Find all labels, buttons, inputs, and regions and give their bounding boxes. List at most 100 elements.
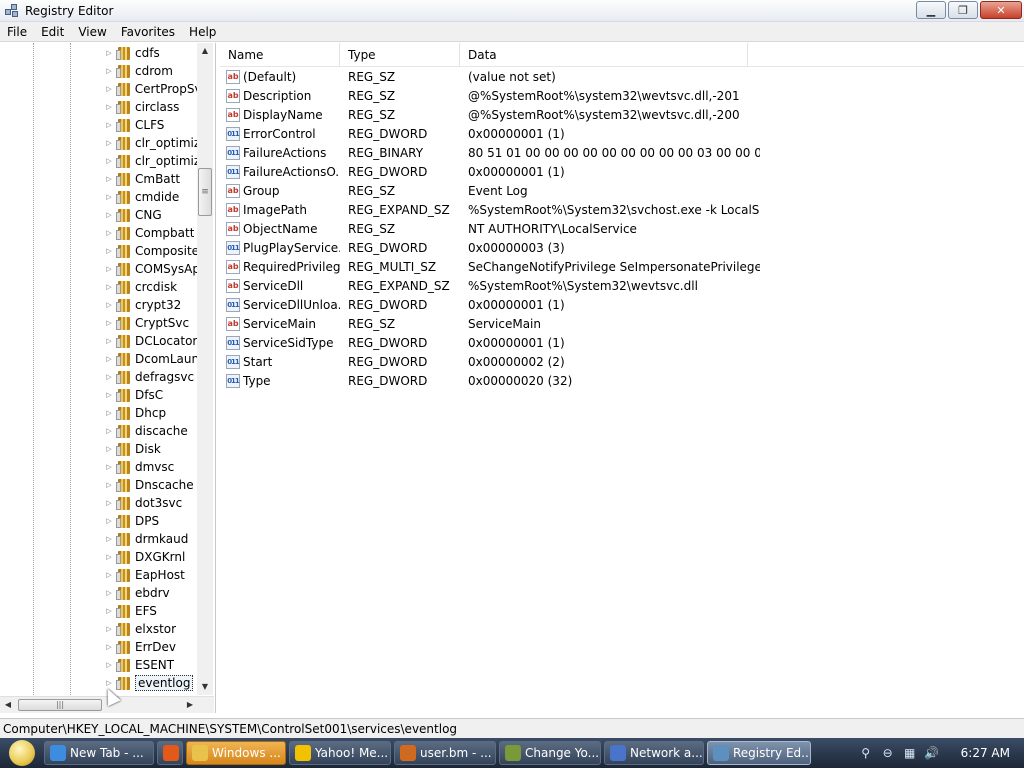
expand-arrow-icon[interactable]: ▷ bbox=[104, 121, 114, 129]
expand-arrow-icon[interactable]: ▷ bbox=[104, 571, 114, 579]
column-header-name[interactable]: Name bbox=[220, 43, 340, 67]
tree-item[interactable]: ▷ COMSysAp bbox=[104, 260, 200, 278]
taskbar-button[interactable]: Change Yo... bbox=[499, 741, 601, 765]
tree-item[interactable]: ▷ crypt32 bbox=[104, 296, 200, 314]
tree-item[interactable]: ▷ ebdrv bbox=[104, 584, 200, 602]
value-row[interactable]: 011 ServiceDllUnloa... REG_DWORD 0x00000001… bbox=[220, 295, 1024, 314]
taskbar-button[interactable]: Registry Ed... bbox=[707, 741, 811, 765]
expand-arrow-icon[interactable]: ▷ bbox=[104, 229, 114, 237]
search-icon[interactable]: ⚲ bbox=[858, 745, 874, 761]
expand-arrow-icon[interactable]: ▷ bbox=[104, 319, 114, 327]
taskbar-button[interactable]: Yahoo! Me... bbox=[289, 741, 391, 765]
registry-tree[interactable]: ▷ cdfs ▷ cdrom ▷ CertPropSv ▷ circlass ▷ CLFS ▷ clr… bbox=[0, 43, 216, 713]
expand-arrow-icon[interactable]: ▷ bbox=[104, 643, 114, 651]
clock[interactable]: 6:27 AM bbox=[961, 746, 1010, 760]
value-row[interactable]: ab ObjectName REG_SZ NT AUTHORITY\LocalServ… bbox=[220, 219, 1024, 238]
network-icon[interactable]: ▦ bbox=[902, 745, 918, 761]
value-row[interactable]: ab DisplayName REG_SZ @%SystemRoot%\system3… bbox=[220, 105, 1024, 124]
expand-arrow-icon[interactable]: ▷ bbox=[104, 661, 114, 669]
column-header-data[interactable]: Data bbox=[460, 43, 748, 67]
expand-arrow-icon[interactable]: ▷ bbox=[104, 283, 114, 291]
menu-view[interactable]: View bbox=[71, 22, 113, 42]
tree-item[interactable]: ▷ DfsC bbox=[104, 386, 200, 404]
tree-item[interactable]: ▷ ESENT bbox=[104, 656, 200, 674]
tree-item[interactable]: ▷ cmdide bbox=[104, 188, 200, 206]
tree-item[interactable]: ▷ EFS bbox=[104, 602, 200, 620]
expand-arrow-icon[interactable]: ▷ bbox=[104, 103, 114, 111]
volume-icon[interactable]: 🔊 bbox=[924, 745, 940, 761]
value-row[interactable]: ab ImagePath REG_EXPAND_SZ %SystemRoot%\Sys… bbox=[220, 200, 1024, 219]
expand-arrow-icon[interactable]: ▷ bbox=[104, 193, 114, 201]
expand-arrow-icon[interactable]: ▷ bbox=[104, 625, 114, 633]
values-list[interactable]: Name Type Data ab (Default) REG_SZ (value n… bbox=[220, 43, 1024, 713]
expand-arrow-icon[interactable]: ▷ bbox=[104, 517, 114, 525]
close-button[interactable]: ✕ bbox=[980, 1, 1022, 19]
messenger-status-icon[interactable]: ⊖ bbox=[880, 745, 896, 761]
tree-item[interactable]: ▷ Disk bbox=[104, 440, 200, 458]
tree-item[interactable]: ▷ clr_optimiz bbox=[104, 152, 200, 170]
tree-item[interactable]: ▷ dot3svc bbox=[104, 494, 200, 512]
expand-arrow-icon[interactable]: ▷ bbox=[104, 85, 114, 93]
tree-item[interactable]: ▷ CertPropSv bbox=[104, 80, 200, 98]
tree-item[interactable]: ▷ Dnscache bbox=[104, 476, 200, 494]
maximize-button[interactable]: ❐ bbox=[948, 1, 978, 19]
tree-item[interactable]: ▷ circlass bbox=[104, 98, 200, 116]
scroll-up-arrow-icon[interactable]: ▲ bbox=[197, 43, 213, 59]
menu-file[interactable]: File bbox=[0, 22, 34, 42]
expand-arrow-icon[interactable]: ▷ bbox=[104, 139, 114, 147]
value-row[interactable]: abRequiredPrivileg... REG_MULTI_SZ SeChang… bbox=[220, 257, 1024, 276]
title-bar[interactable]: Registry Editor ▁ ❐ ✕ bbox=[0, 0, 1024, 22]
expand-arrow-icon[interactable]: ▷ bbox=[104, 463, 114, 471]
scroll-thumb[interactable]: ≡ bbox=[198, 168, 212, 216]
start-button[interactable] bbox=[0, 738, 44, 768]
expand-arrow-icon[interactable]: ▷ bbox=[104, 391, 114, 399]
tree-item[interactable]: ▷ DcomLaun bbox=[104, 350, 200, 368]
tree-item[interactable]: ▷ elxstor bbox=[104, 620, 200, 638]
expand-arrow-icon[interactable]: ▷ bbox=[104, 499, 114, 507]
menu-help[interactable]: Help bbox=[182, 22, 223, 42]
minimize-button[interactable]: ▁ bbox=[916, 1, 946, 19]
tree-item[interactable]: ▷ DXGKrnl bbox=[104, 548, 200, 566]
expand-arrow-icon[interactable]: ▷ bbox=[104, 247, 114, 255]
expand-arrow-icon[interactable]: ▷ bbox=[104, 409, 114, 417]
expand-arrow-icon[interactable]: ▷ bbox=[104, 157, 114, 165]
tree-item[interactable]: ▷ EapHost bbox=[104, 566, 200, 584]
tree-item[interactable]: ▷ clr_optimiz bbox=[104, 134, 200, 152]
value-row[interactable]: 011 Start REG_DWORD 0x00000002 (2) bbox=[220, 352, 1024, 371]
tree-item[interactable]: ▷ DCLocator bbox=[104, 332, 200, 350]
tree-item[interactable]: ▷ Composite bbox=[104, 242, 200, 260]
expand-arrow-icon[interactable]: ▷ bbox=[104, 175, 114, 183]
taskbar-button[interactable]: New Tab - ... bbox=[44, 741, 154, 765]
value-row[interactable]: ab (Default) REG_SZ (value not set) bbox=[220, 67, 1024, 86]
tree-item[interactable]: ▷ CLFS bbox=[104, 116, 200, 134]
tree-vertical-scrollbar[interactable]: ▲ ≡ ▼ bbox=[197, 43, 213, 695]
expand-arrow-icon[interactable]: ▷ bbox=[104, 301, 114, 309]
expand-arrow-icon[interactable]: ▷ bbox=[104, 589, 114, 597]
expand-arrow-icon[interactable]: ▷ bbox=[104, 445, 114, 453]
expand-arrow-icon[interactable]: ▷ bbox=[104, 211, 114, 219]
value-row[interactable]: 011 ServiceSidType REG_DWORD 0x00000001 (1) bbox=[220, 333, 1024, 352]
menu-edit[interactable]: Edit bbox=[34, 22, 71, 42]
column-header-type[interactable]: Type bbox=[340, 43, 460, 67]
tree-item[interactable]: ▷ eventlog bbox=[104, 674, 200, 692]
tree-item[interactable]: ▷ ErrDev bbox=[104, 638, 200, 656]
tree-item[interactable]: ▷ DPS bbox=[104, 512, 200, 530]
tree-item[interactable]: ▷ Dhcp bbox=[104, 404, 200, 422]
tree-item[interactable]: ▷ defragsvc bbox=[104, 368, 200, 386]
expand-arrow-icon[interactable]: ▷ bbox=[104, 535, 114, 543]
scroll-left-arrow-icon[interactable]: ◀ bbox=[0, 697, 16, 713]
expand-arrow-icon[interactable]: ▷ bbox=[104, 553, 114, 561]
scroll-down-arrow-icon[interactable]: ▼ bbox=[197, 679, 213, 695]
tree-item[interactable]: ▷ drmkaud bbox=[104, 530, 200, 548]
expand-arrow-icon[interactable]: ▷ bbox=[104, 427, 114, 435]
tree-item[interactable]: ▷ Compbatt bbox=[104, 224, 200, 242]
expand-arrow-icon[interactable]: ▷ bbox=[104, 49, 114, 57]
tree-item[interactable]: ▷ discache bbox=[104, 422, 200, 440]
expand-arrow-icon[interactable]: ▷ bbox=[104, 67, 114, 75]
expand-arrow-icon[interactable]: ▷ bbox=[104, 607, 114, 615]
tree-item[interactable]: ▷ CmBatt bbox=[104, 170, 200, 188]
value-row[interactable]: ab Description REG_SZ @%SystemRoot%\system3… bbox=[220, 86, 1024, 105]
value-row[interactable]: 011 Type REG_DWORD 0x00000020 (32) bbox=[220, 371, 1024, 390]
expand-arrow-icon[interactable]: ▷ bbox=[104, 355, 114, 363]
value-row[interactable]: 011 ErrorControl REG_DWORD 0x00000001 (1) bbox=[220, 124, 1024, 143]
